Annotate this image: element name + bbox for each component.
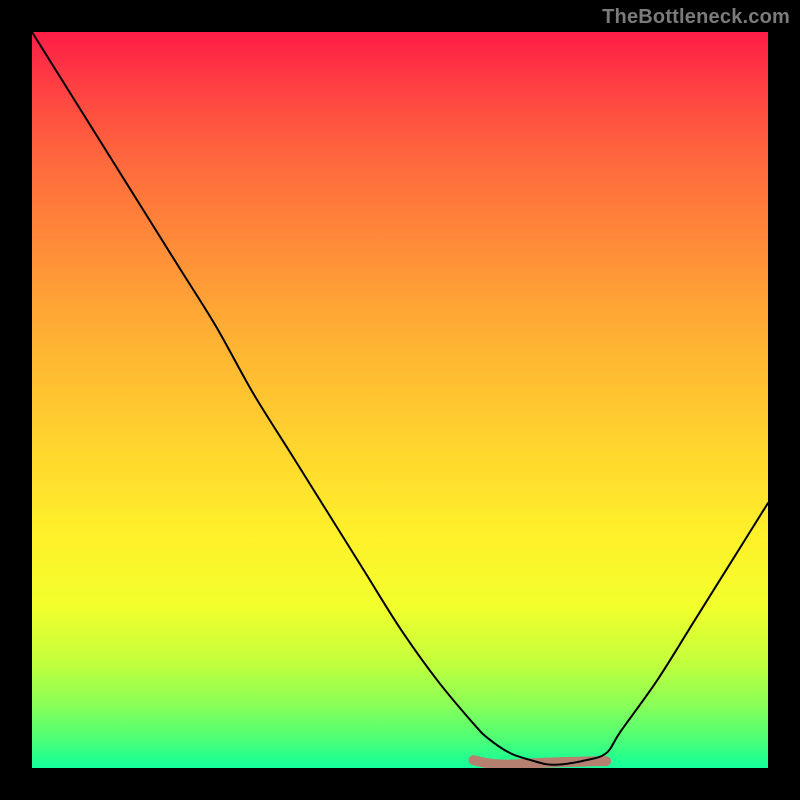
chart-container: TheBottleneck.com xyxy=(0,0,800,800)
attribution-label: TheBottleneck.com xyxy=(602,6,790,29)
bottleneck-curve xyxy=(32,32,768,765)
plot-area xyxy=(32,32,768,768)
curve-layer xyxy=(32,32,768,768)
